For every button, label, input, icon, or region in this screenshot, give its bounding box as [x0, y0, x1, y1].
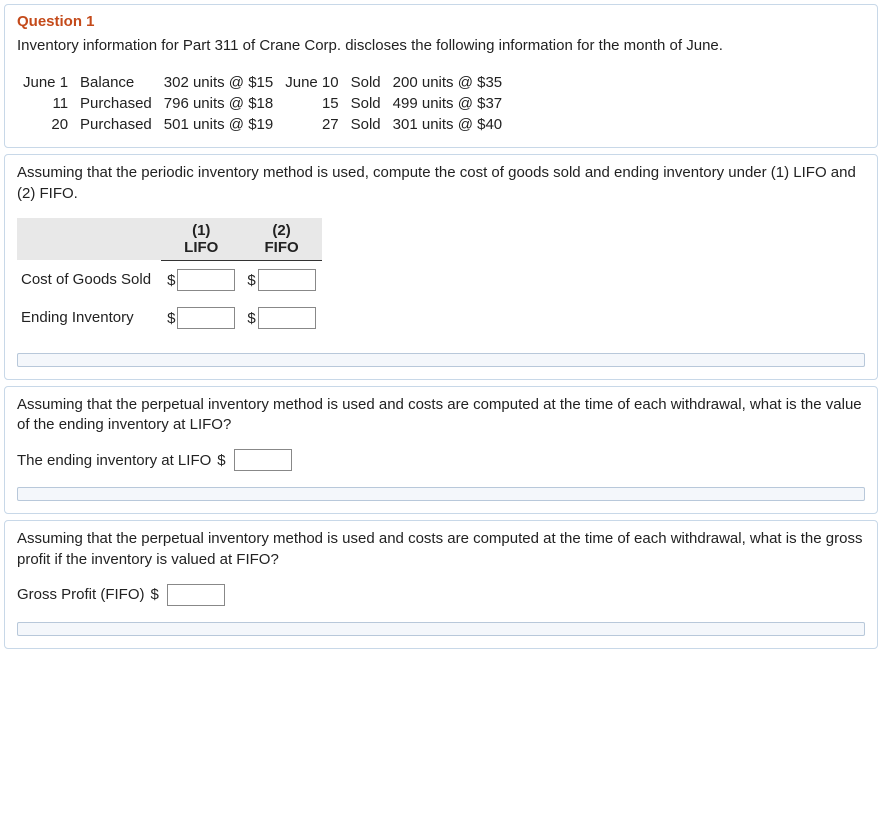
gross-profit-fifo-input[interactable]: [167, 584, 225, 606]
progress-bar: [17, 622, 865, 636]
inv-date: 20: [17, 114, 74, 135]
currency-label: $: [217, 452, 225, 469]
inv-date: 11: [17, 93, 74, 114]
table-row: 11 Purchased 796 units @ $18 15 Sold 499…: [17, 93, 508, 114]
progress-area: [17, 353, 865, 367]
inv-detail: 499 units @ $37: [387, 93, 508, 114]
inv-date: June 1: [17, 72, 74, 93]
inv-action: Purchased: [74, 114, 158, 135]
col-lifo-header: (1)LIFO: [161, 218, 241, 261]
inv-date: 15: [279, 93, 344, 114]
progress-bar: [17, 487, 865, 501]
col-fifo-header: (2)FIFO: [241, 218, 321, 261]
inv-date: June 10: [279, 72, 344, 93]
inv-detail: 796 units @ $18: [158, 93, 279, 114]
inv-action: Sold: [345, 72, 387, 93]
inv-action: Purchased: [74, 93, 158, 114]
currency-label: $: [167, 272, 175, 289]
inv-detail: 501 units @ $19: [158, 114, 279, 135]
cogs-lifo-input[interactable]: [177, 269, 235, 291]
row-endinv-label: Ending Inventory: [17, 299, 161, 337]
row-cogs-label: Cost of Goods Sold: [17, 260, 161, 299]
perpetual-fifo-prompt: Assuming that the perpetual inventory me…: [17, 529, 865, 570]
currency-label: $: [167, 310, 175, 327]
periodic-panel: Assuming that the periodic inventory met…: [4, 154, 878, 380]
inv-action: Balance: [74, 72, 158, 93]
endinv-lifo-input[interactable]: [177, 307, 235, 329]
table-row: Cost of Goods Sold $ $: [17, 260, 322, 299]
endinv-fifo-input[interactable]: [258, 307, 316, 329]
progress-bar: [17, 353, 865, 367]
inv-action: Sold: [345, 93, 387, 114]
question-intro: Inventory information for Part 311 of Cr…: [17, 36, 865, 56]
table-row: June 1 Balance 302 units @ $15 June 10 S…: [17, 72, 508, 93]
inventory-table: June 1 Balance 302 units @ $15 June 10 S…: [17, 72, 508, 135]
table-row: 20 Purchased 501 units @ $19 27 Sold 301…: [17, 114, 508, 135]
perpetual-fifo-panel: Assuming that the perpetual inventory me…: [4, 520, 878, 649]
progress-area: [17, 487, 865, 501]
calc-table: (1)LIFO (2)FIFO Cost of Goods Sold $ $ E…: [17, 218, 322, 337]
perpetual-lifo-panel: Assuming that the perpetual inventory me…: [4, 386, 878, 515]
inv-detail: 200 units @ $35: [387, 72, 508, 93]
currency-label: $: [247, 272, 255, 289]
blank-header: [17, 218, 161, 261]
perpetual-lifo-prompt: Assuming that the perpetual inventory me…: [17, 395, 865, 436]
question-title: Question 1: [17, 13, 865, 30]
currency-label: $: [151, 586, 159, 603]
inv-date: 27: [279, 114, 344, 135]
ending-inv-lifo-label: The ending inventory at LIFO: [17, 452, 211, 469]
inv-action: Sold: [345, 114, 387, 135]
periodic-prompt: Assuming that the periodic inventory met…: [17, 163, 865, 204]
cogs-fifo-input[interactable]: [258, 269, 316, 291]
inv-detail: 302 units @ $15: [158, 72, 279, 93]
question-panel: Question 1 Inventory information for Par…: [4, 4, 878, 148]
ending-inv-lifo-input[interactable]: [234, 449, 292, 471]
gross-profit-fifo-label: Gross Profit (FIFO): [17, 586, 145, 603]
currency-label: $: [247, 310, 255, 327]
table-row: Ending Inventory $ $: [17, 299, 322, 337]
progress-area: [17, 622, 865, 636]
inv-detail: 301 units @ $40: [387, 114, 508, 135]
